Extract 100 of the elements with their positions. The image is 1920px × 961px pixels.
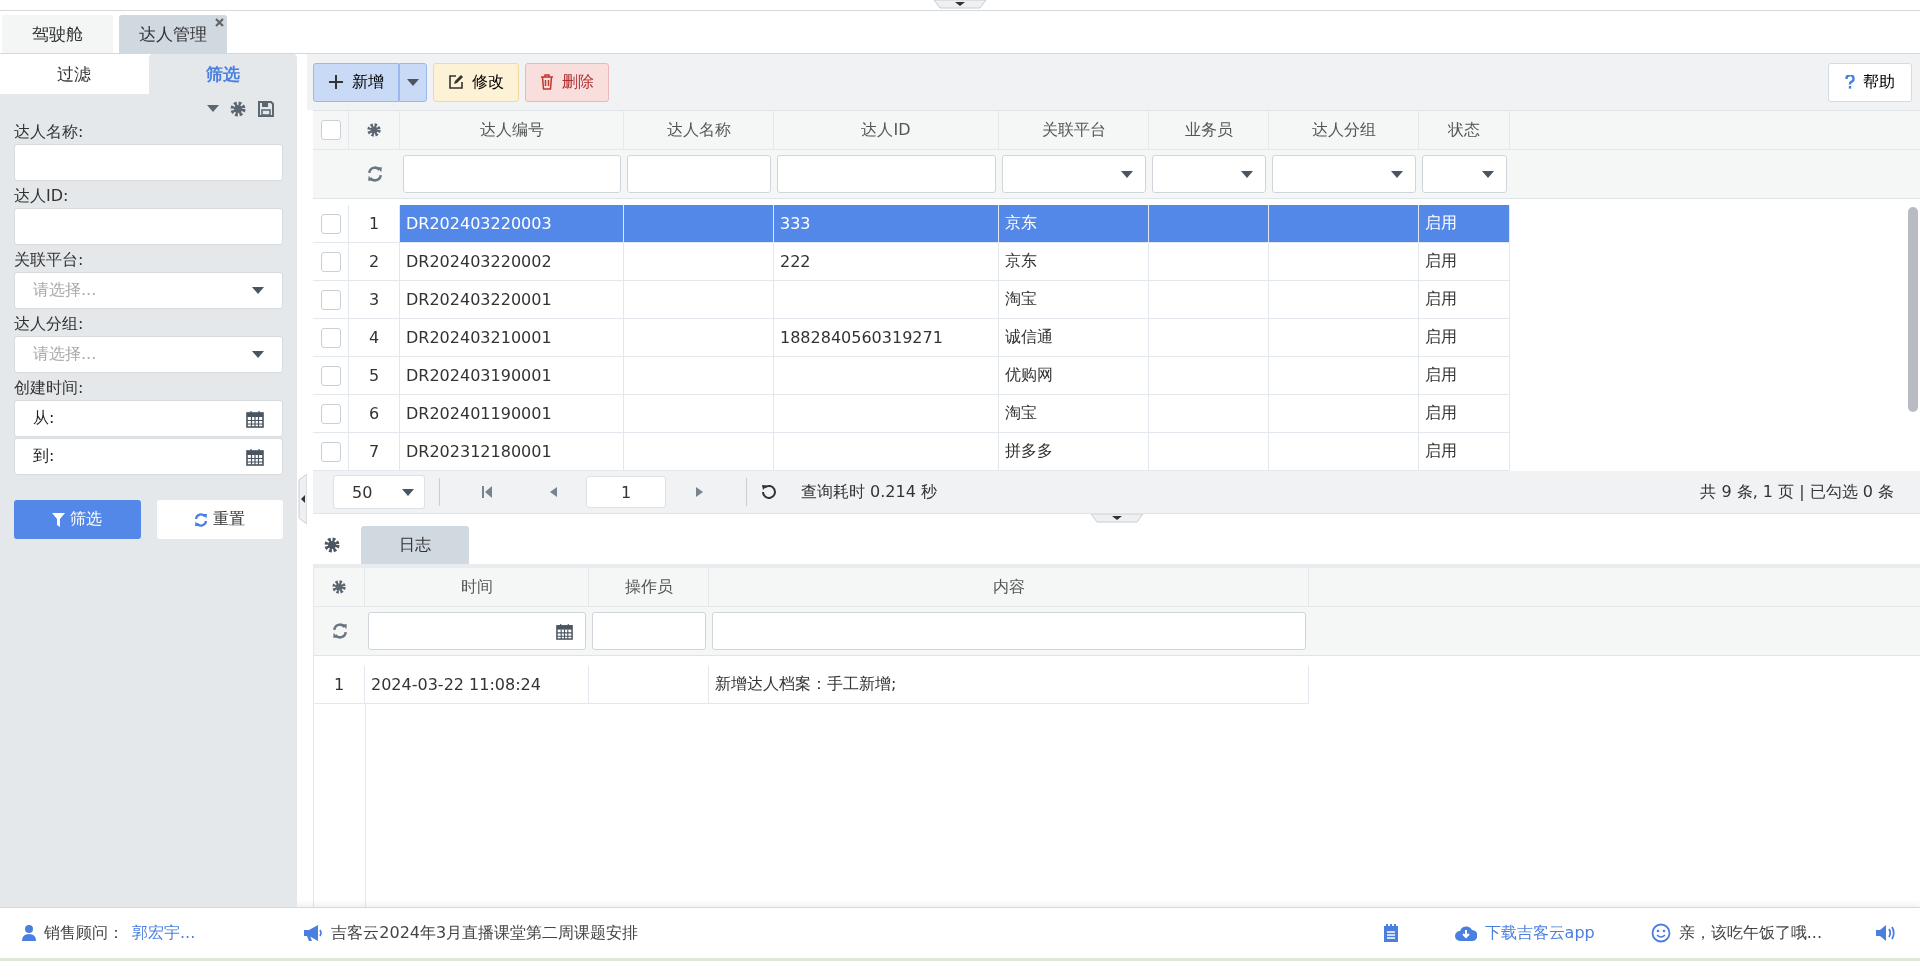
page-tab[interactable]: 驾驶舱 <box>2 15 113 53</box>
date-field[interactable]: 从: <box>14 400 283 437</box>
input-field[interactable] <box>14 208 283 245</box>
notice-text[interactable]: 吉客云2024年3月直播课堂第二周课题安排 <box>331 922 639 944</box>
table-cell: 新增达人档案：手工新增; <box>709 666 1309 704</box>
page-size-select[interactable]: 50 <box>333 475 425 509</box>
table-cell[interactable]: DR202403220001 <box>400 281 624 319</box>
table-cell[interactable] <box>624 243 774 281</box>
table-cell[interactable] <box>1269 357 1419 395</box>
checkbox[interactable] <box>320 213 341 234</box>
cloud-download-icon[interactable] <box>1454 925 1477 941</box>
table-cell[interactable] <box>624 357 774 395</box>
save-icon[interactable] <box>257 100 275 118</box>
calendar-icon[interactable] <box>556 622 573 640</box>
caret-icon <box>1241 170 1253 178</box>
collapse-handle[interactable] <box>1090 514 1143 524</box>
filter-select[interactable] <box>1272 155 1416 193</box>
table-cell[interactable]: 优购网 <box>999 357 1149 395</box>
table-cell[interactable] <box>624 395 774 433</box>
table-cell[interactable]: 启用 <box>1419 357 1510 395</box>
table-cell[interactable]: 诚信通 <box>999 319 1149 357</box>
table-cell[interactable] <box>1149 205 1269 243</box>
table-cell[interactable]: 淘宝 <box>999 281 1149 319</box>
table-cell[interactable]: 启用 <box>1419 243 1510 281</box>
date-field[interactable] <box>368 612 586 650</box>
calendar-icon[interactable] <box>246 447 264 466</box>
checkbox[interactable] <box>320 251 341 272</box>
table-cell[interactable] <box>1269 281 1419 319</box>
checkbox[interactable] <box>320 403 341 424</box>
date-field[interactable]: 到: <box>14 438 283 475</box>
table-cell[interactable] <box>774 281 999 319</box>
filter-field[interactable] <box>627 155 771 193</box>
filter-select[interactable] <box>1422 155 1507 193</box>
settings-icon[interactable] <box>323 536 341 554</box>
collapse-handle[interactable] <box>934 0 986 10</box>
speaker-icon[interactable] <box>1876 925 1896 941</box>
table-cell[interactable]: 启用 <box>1419 319 1510 357</box>
table-cell[interactable] <box>1149 395 1269 433</box>
filter-field[interactable] <box>403 155 621 193</box>
page-tab[interactable]: 达人管理 <box>119 15 227 53</box>
table-cell[interactable]: 启用 <box>1419 395 1510 433</box>
table-cell[interactable] <box>1269 319 1419 357</box>
settings-icon[interactable] <box>229 100 247 118</box>
reload-icon[interactable] <box>761 484 777 500</box>
filter-select[interactable] <box>1152 155 1266 193</box>
table-cell[interactable] <box>1269 395 1419 433</box>
table-cell[interactable] <box>624 281 774 319</box>
refresh-icon[interactable] <box>366 166 383 182</box>
table-cell[interactable] <box>1149 319 1269 357</box>
input-field[interactable] <box>14 144 283 181</box>
table-cell[interactable]: 京东 <box>999 243 1149 281</box>
delete-button[interactable]: 删除 <box>525 62 609 102</box>
help-button[interactable]: 帮助 <box>1828 62 1912 102</box>
table-cell[interactable]: 淘宝 <box>999 395 1149 433</box>
table-cell[interactable]: DR202403190001 <box>400 357 624 395</box>
smile-icon[interactable] <box>1650 923 1671 943</box>
table-cell[interactable] <box>1149 243 1269 281</box>
close-icon[interactable] <box>215 18 224 27</box>
checkbox[interactable] <box>320 441 341 462</box>
table-cell[interactable] <box>774 395 999 433</box>
table-cell[interactable] <box>1149 357 1269 395</box>
table-cell[interactable]: DR202403210001 <box>400 319 624 357</box>
first-page-icon <box>482 486 492 498</box>
row-number: 1 <box>314 666 365 704</box>
checkbox[interactable] <box>320 120 341 140</box>
settings-icon[interactable] <box>331 579 347 595</box>
refresh-icon[interactable] <box>331 623 348 639</box>
page-field[interactable]: 1 <box>586 476 666 508</box>
calendar-icon[interactable] <box>246 409 264 428</box>
advisor-link[interactable]: 郭宏宇... <box>132 922 196 944</box>
reset-button[interactable]: 重置 <box>156 500 283 539</box>
table-cell[interactable]: 1882840560319271 <box>774 319 999 357</box>
settings-icon[interactable] <box>366 122 382 138</box>
edit-button[interactable]: 修改 <box>433 62 519 102</box>
scrollbar-thumb[interactable] <box>1908 207 1918 412</box>
filter-field[interactable] <box>777 155 996 193</box>
table-cell[interactable] <box>624 205 774 243</box>
caret-icon[interactable] <box>207 105 219 113</box>
field-label: 达人名称: <box>14 121 85 143</box>
checkbox[interactable] <box>320 289 341 310</box>
table-cell[interactable]: 启用 <box>1419 281 1510 319</box>
table-cell[interactable] <box>1269 243 1419 281</box>
checkbox[interactable] <box>320 365 341 386</box>
collapse-handle[interactable] <box>297 474 307 524</box>
table-cell[interactable] <box>1149 281 1269 319</box>
table-cell[interactable]: 222 <box>774 243 999 281</box>
filter-field[interactable] <box>712 612 1306 650</box>
filter-field[interactable] <box>592 612 706 650</box>
checkbox[interactable] <box>320 327 341 348</box>
add-button[interactable]: 新增 <box>313 62 399 102</box>
dropdown-button[interactable] <box>399 62 427 102</box>
notepad-icon[interactable] <box>1382 924 1399 942</box>
download-link[interactable]: 下载吉客云app <box>1484 922 1595 944</box>
filter-select[interactable] <box>1002 155 1146 193</box>
table-cell[interactable]: DR202403220002 <box>400 243 624 281</box>
table-cell[interactable]: DR202401190001 <box>400 395 624 433</box>
log-tab[interactable]: 日志 <box>361 526 469 564</box>
table-cell[interactable] <box>1269 205 1419 243</box>
table-cell[interactable] <box>624 319 774 357</box>
table-cell[interactable] <box>774 357 999 395</box>
